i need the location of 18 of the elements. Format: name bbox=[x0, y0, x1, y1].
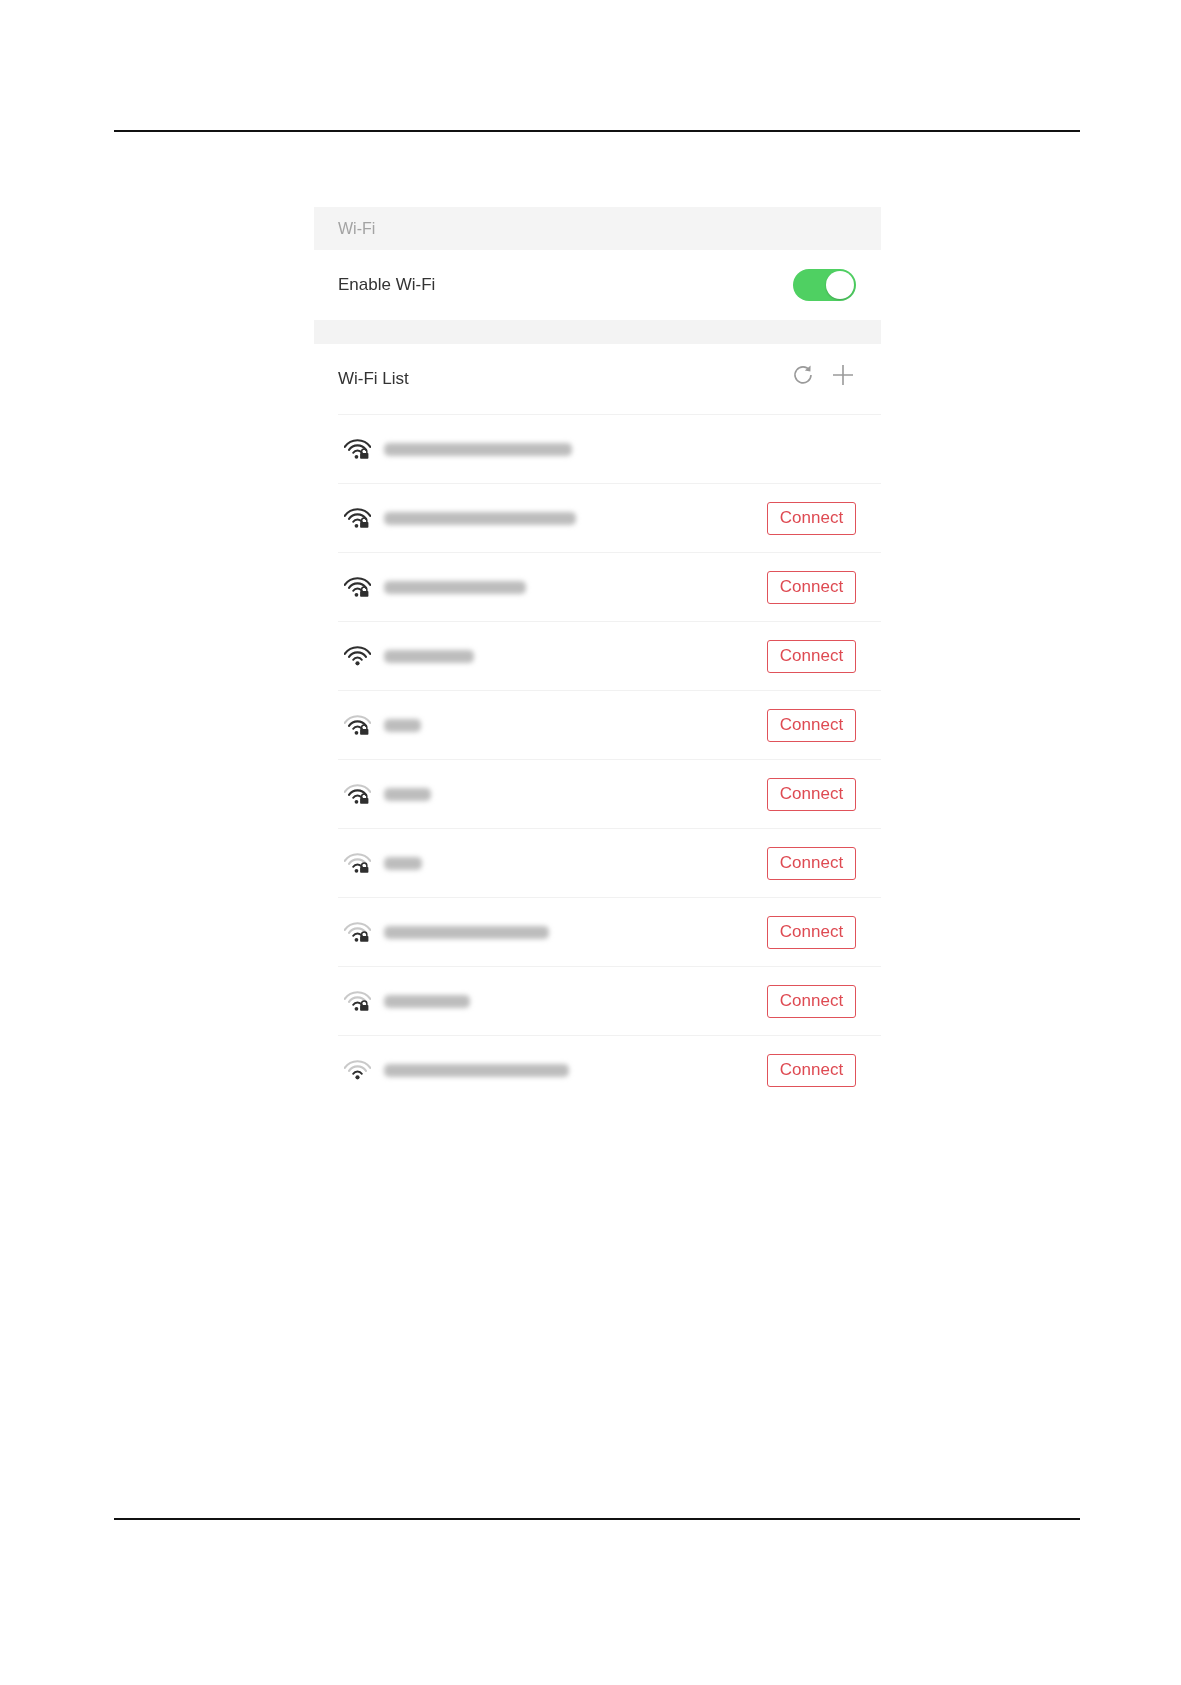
connect-button[interactable]: Connect bbox=[767, 984, 856, 1018]
blurred-network-name bbox=[384, 718, 421, 732]
connect-button[interactable]: Connect bbox=[767, 1053, 856, 1087]
blurred-network-name bbox=[384, 787, 431, 801]
refresh-icon[interactable] bbox=[792, 364, 814, 386]
connect-button[interactable]: Connect bbox=[767, 639, 856, 673]
section-title: Wi-Fi bbox=[338, 219, 376, 238]
connect-button[interactable]: Connect bbox=[767, 708, 856, 742]
connect-button[interactable]: Connect bbox=[767, 915, 856, 949]
wifi-list-title: Wi-Fi List bbox=[338, 369, 409, 389]
blurred-network-name bbox=[384, 856, 422, 870]
connect-button[interactable]: Connect bbox=[767, 846, 856, 880]
enable-wifi-label: Enable Wi-Fi bbox=[338, 275, 436, 295]
connect-button[interactable]: Connect bbox=[767, 570, 856, 604]
connect-button[interactable]: Connect bbox=[767, 777, 856, 811]
connect-button[interactable]: Connect bbox=[767, 501, 856, 535]
add-icon[interactable] bbox=[832, 364, 854, 386]
wifi-toggle[interactable] bbox=[793, 269, 856, 301]
